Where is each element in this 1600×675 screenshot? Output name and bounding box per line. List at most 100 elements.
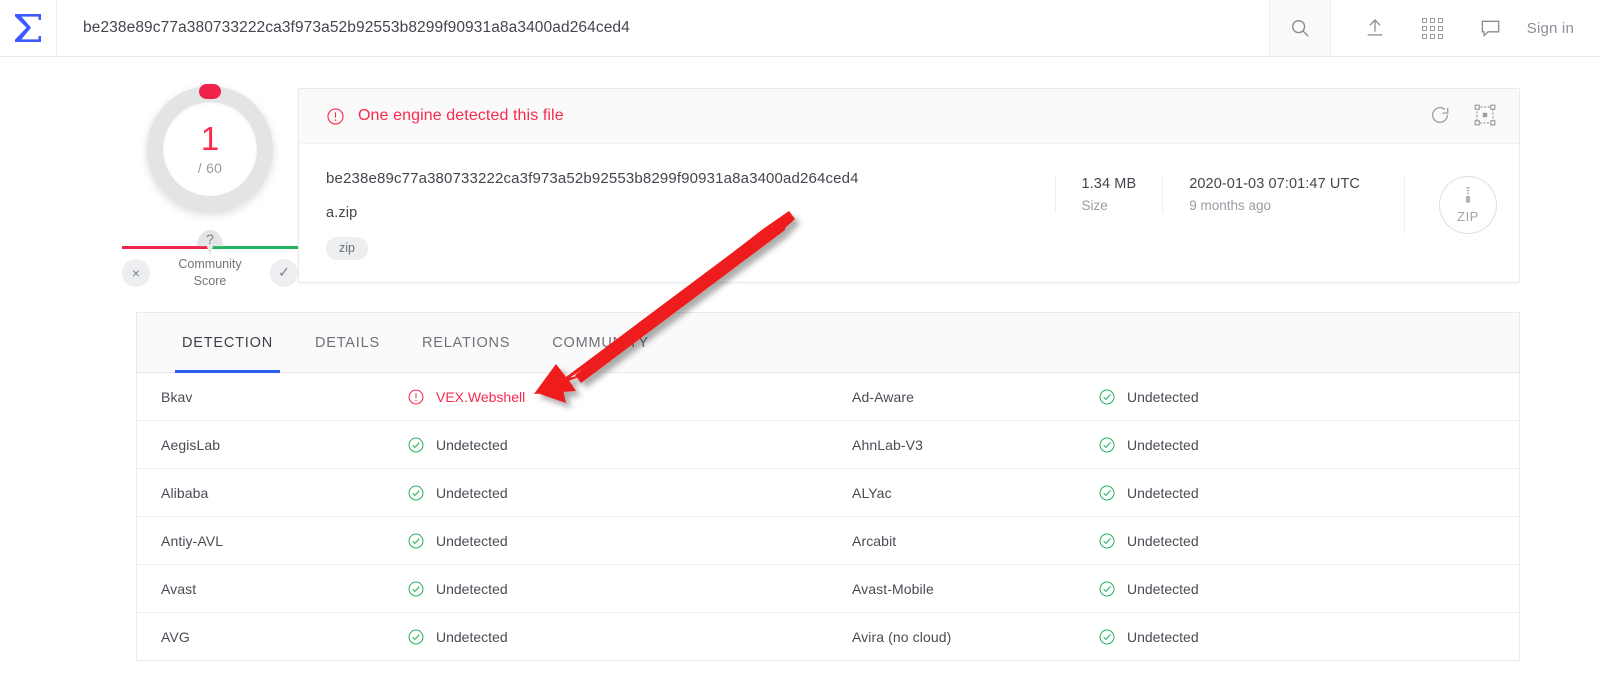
apps-grid-icon — [1422, 17, 1444, 39]
header-icon-group — [1331, 0, 1527, 56]
question-mark-icon[interactable]: ? — [197, 230, 223, 256]
detection-result-label: Undetected — [1127, 484, 1199, 501]
table-row: AegisLab Undetected AhnLab-V3 Undetected — [137, 420, 1519, 468]
file-size-block: 1.34 MB Size — [1054, 176, 1163, 213]
tab-community[interactable]: COMMUNITY — [531, 313, 670, 373]
search-input[interactable] — [81, 18, 1269, 38]
reanalyze-icon — [1432, 107, 1449, 123]
table-row: Avast Undetected Avast-Mobile Undetected — [137, 564, 1519, 612]
similarity-graph-button[interactable] — [1473, 103, 1497, 132]
detection-result-label: Undetected — [1127, 580, 1199, 597]
table-row: Antiy-AVL Undetected Arcabit Undetected — [137, 516, 1519, 564]
tab-detection-label: DETECTION — [182, 334, 273, 351]
tab-detection[interactable]: DETECTION — [161, 313, 294, 373]
tab-relations[interactable]: RELATIONS — [401, 313, 531, 373]
close-icon: × — [131, 264, 141, 281]
card-action-icons — [1429, 103, 1497, 132]
check-circle-icon — [408, 484, 424, 501]
tab-community-label: COMMUNITY — [552, 334, 649, 351]
detection-alert-bar: One engine detected this file — [299, 89, 1519, 144]
detection-cell: Avast Undetected — [137, 565, 828, 612]
detection-result: Undetected — [1098, 484, 1199, 502]
alert-message: One engine detected this file — [358, 107, 564, 124]
zip-file-icon: ZIP — [1439, 176, 1497, 234]
check-circle-icon — [1099, 580, 1115, 597]
chat-button[interactable] — [1477, 14, 1505, 42]
detection-result-label: Undetected — [436, 628, 508, 645]
detection-result-label: VEX.Webshell — [436, 388, 526, 405]
file-tag[interactable]: zip — [326, 237, 368, 260]
detection-result: Undetected — [407, 580, 508, 598]
engine-name: Avira (no cloud) — [852, 628, 952, 645]
detection-score-column: 1 / 60 ? × Community Score ✓ — [122, 72, 298, 290]
search-field-wrapper[interactable] — [57, 0, 1269, 56]
check-circle-icon — [408, 436, 424, 453]
file-date-block: 2020-01-03 07:01:47 UTC 9 months ago — [1162, 176, 1386, 213]
vote-down-button[interactable]: × — [122, 258, 150, 287]
file-hash: be238e89c77a380733222ca3f973a52b92553b82… — [326, 170, 859, 187]
file-summary-card: One engine detected this file be238e89c7… — [298, 88, 1520, 283]
detection-result-label: Undetected — [1127, 388, 1199, 405]
check-circle-icon — [408, 628, 424, 645]
detection-result-label: Undetected — [436, 580, 508, 597]
check-circle-icon — [1099, 628, 1115, 645]
sigma-logo-icon — [15, 14, 41, 42]
report-panel: DETECTION DETAILS RELATIONS COMMUNITY Bk… — [136, 312, 1520, 661]
detection-cell: Avast-Mobile Undetected — [828, 565, 1519, 612]
search-button[interactable] — [1268, 0, 1331, 56]
community-score-negative — [122, 246, 210, 249]
check-circle-icon — [1099, 484, 1115, 501]
file-type-label: ZIP — [1457, 209, 1479, 224]
detection-result: Undetected — [407, 532, 508, 550]
file-date-relative: 9 months ago — [1189, 198, 1272, 213]
community-score-label-line2: Score — [193, 273, 227, 288]
tab-relations-label: RELATIONS — [421, 334, 511, 351]
apps-button[interactable] — [1419, 14, 1447, 42]
check-circle-icon — [408, 532, 424, 549]
community-score-row: × Community Score ✓ — [122, 256, 298, 290]
detection-result-label: Undetected — [436, 532, 508, 549]
report-tabs: DETECTION DETAILS RELATIONS COMMUNITY — [136, 312, 1520, 373]
detection-result-label: Undetected — [1127, 628, 1199, 645]
reanalyze-button[interactable] — [1429, 104, 1451, 131]
detection-result: Undetected — [1098, 388, 1199, 406]
file-metadata: 1.34 MB Size 2020-01-03 07:01:47 UTC 9 m… — [1054, 170, 1497, 260]
check-circle-icon — [1099, 532, 1115, 549]
tab-details[interactable]: DETAILS — [294, 313, 401, 373]
detection-cell: ALYac Undetected — [828, 469, 1519, 516]
check-icon: ✓ — [278, 264, 290, 281]
detection-cell: AhnLab-V3 Undetected — [828, 421, 1519, 468]
engine-name: Ad-Aware — [852, 388, 915, 405]
detection-result: Undetected — [1098, 436, 1199, 454]
engine-name: Arcabit — [852, 532, 897, 549]
detection-result: VEX.Webshell — [407, 388, 525, 406]
alert-exclamation-icon — [408, 388, 424, 405]
detection-cell: AVG Undetected — [137, 613, 828, 660]
check-circle-icon — [1099, 436, 1115, 453]
file-identity: be238e89c77a380733222ca3f973a52b92553b82… — [321, 170, 1055, 260]
sign-in-button[interactable]: Sign in — [1527, 0, 1600, 56]
detection-cell: Bkav VEX.Webshell — [137, 373, 828, 420]
file-name: a.zip — [326, 205, 358, 221]
detection-cell: AegisLab Undetected — [137, 421, 828, 468]
app-header: Sign in — [0, 0, 1600, 57]
virustotal-logo[interactable] — [0, 0, 57, 56]
detection-result-label: Undetected — [436, 484, 508, 501]
detection-result: Undetected — [407, 628, 508, 646]
detection-result: Undetected — [1098, 628, 1199, 646]
upload-button[interactable] — [1361, 14, 1389, 42]
sign-in-label: Sign in — [1526, 19, 1574, 37]
detection-result-label: Undetected — [436, 436, 508, 453]
file-size-label: Size — [1081, 198, 1108, 213]
vote-up-button[interactable]: ✓ — [270, 258, 298, 287]
check-circle-icon — [408, 580, 424, 597]
virustotal-file-report-page: Sign in 1 / 60 ? × Community — [0, 0, 1600, 675]
detection-result: Undetected — [407, 484, 508, 502]
engine-name: AegisLab — [161, 436, 221, 453]
table-row: Alibaba Undetected ALYac Undetected — [137, 468, 1519, 516]
chat-bubble-icon — [1481, 20, 1500, 37]
tab-details-label: DETAILS — [314, 334, 380, 351]
table-row: AVG Undetected Avira (no cloud) Undetect… — [137, 612, 1519, 660]
detection-result: Undetected — [1098, 580, 1199, 598]
check-circle-icon — [1099, 388, 1115, 405]
